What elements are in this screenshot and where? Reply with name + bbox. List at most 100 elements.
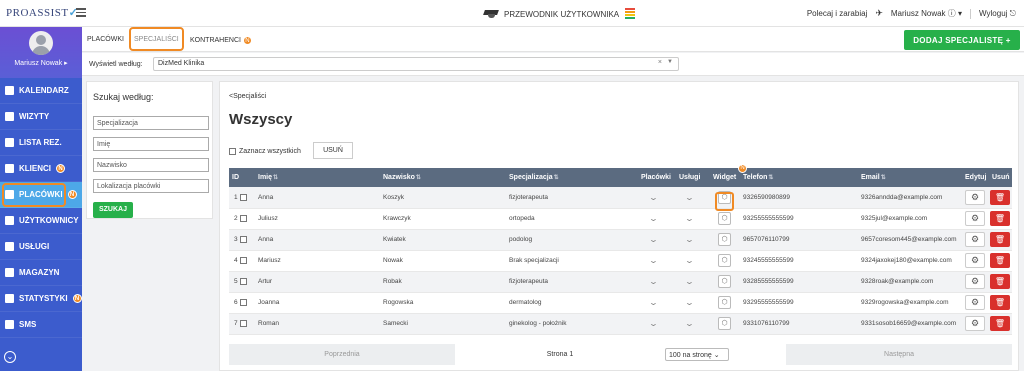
gear-icon[interactable]: ⚙ [965, 232, 985, 247]
chevron-down-icon[interactable]: ⌄ [684, 319, 694, 328]
cell-services[interactable]: ⌄ [676, 229, 710, 250]
table-row[interactable]: 5 Artur Robak fizjoterapeuta ⌄ ⌄ ⬡ 93285… [229, 271, 1012, 292]
chevron-down-icon[interactable]: ⌄ [648, 277, 658, 286]
gear-icon[interactable]: ⚙ [965, 295, 985, 310]
cell-facilities[interactable]: ⌄ [638, 187, 676, 208]
per-page-select[interactable]: 100 na stronę ⌄ [665, 348, 729, 361]
row-checkbox[interactable] [239, 214, 247, 222]
widget-icon[interactable]: ⬡ [718, 254, 731, 267]
gear-icon[interactable]: ⚙ [965, 189, 985, 205]
row-checkbox[interactable] [239, 277, 247, 285]
col-email[interactable]: Email⇅ [858, 168, 962, 187]
table-row[interactable]: 7 Roman Samecki ginekolog - położnik ⌄ ⌄… [229, 313, 1012, 334]
chevron-down-icon[interactable]: ⌄ [684, 256, 694, 265]
chevron-down-icon[interactable]: ⌄ [684, 235, 694, 244]
table-row[interactable]: 3 Anna Kwiatek podolog ⌄ ⌄ ⬡ 96570761107… [229, 229, 1012, 250]
clinic-select[interactable]: DizMed Klinika × ▼ [153, 57, 679, 71]
chevron-down-icon[interactable]: ⌄ [648, 298, 658, 307]
chevron-down-icon[interactable]: ⌄ [684, 193, 694, 202]
next-page-button[interactable]: Następna [786, 344, 1012, 365]
clear-icon[interactable]: × [658, 59, 662, 66]
cell-facilities[interactable]: ⌄ [638, 208, 676, 229]
sidebar-item-kalendarz[interactable]: KALENDARZ [0, 78, 82, 104]
logo[interactable]: PROASSIST✓ [6, 6, 78, 19]
cell-services[interactable]: ⌄ [676, 271, 710, 292]
col-specialization[interactable]: Specjalizacja⇅ [506, 168, 638, 187]
sidebar-item-statystyki[interactable]: STATYSTYKI N [0, 286, 82, 312]
select-all[interactable]: Zaznacz wszystkich [229, 148, 301, 155]
chevron-down-icon[interactable]: ⌄ [684, 298, 694, 307]
trash-icon[interactable]: 🗑 [990, 274, 1010, 289]
gear-icon[interactable]: ⚙ [965, 274, 985, 289]
trash-icon[interactable]: 🗑 [990, 295, 1010, 310]
sidebar-item-uzytkownicy[interactable]: UŻYTKOWNICY [0, 208, 82, 234]
sidebar-item-uslugi[interactable]: USŁUGI [0, 234, 82, 260]
user-menu[interactable]: Mariusz Nowak ⓘ ▾ [891, 8, 962, 19]
breadcrumb[interactable]: <Specjaliści [229, 93, 266, 100]
cell-services[interactable]: ⌄ [676, 292, 710, 313]
location-input[interactable]: Lokalizacja placówki [93, 179, 209, 193]
sidebar-item-magazyn[interactable]: MAGAZYN [0, 260, 82, 286]
trash-icon[interactable]: 🗑 [990, 232, 1010, 247]
add-specialist-button[interactable]: DODAJ SPECJALISTĘ + [904, 30, 1020, 50]
row-checkbox[interactable] [239, 319, 247, 327]
cell-services[interactable]: ⌄ [676, 313, 710, 334]
gear-icon[interactable]: ⚙ [965, 253, 985, 268]
row-checkbox[interactable] [239, 298, 247, 306]
select-all-checkbox[interactable] [229, 148, 236, 155]
chevron-down-icon[interactable]: ▼ [667, 59, 673, 65]
chevron-down-icon[interactable]: ⌄ [648, 235, 658, 244]
profile-block[interactable]: Mariusz Nowak ▸ [0, 27, 82, 78]
widget-icon[interactable]: ⬡ [718, 233, 731, 246]
chevron-down-icon[interactable]: ⌄ [648, 214, 658, 223]
specialization-input[interactable]: Specjalizacja [93, 116, 209, 130]
logout-link[interactable]: Wyloguj ⎋ [979, 9, 1016, 19]
table-row[interactable]: 1 Anna Koszyk fizjoterapeuta ⌄ ⌄ ⬡ 93265… [229, 187, 1012, 208]
prev-page-button[interactable]: Poprzednia [229, 344, 455, 365]
gear-icon[interactable]: ⚙ [965, 316, 985, 331]
chevron-down-icon[interactable]: ⌄ [648, 319, 658, 328]
cell-services[interactable]: ⌄ [676, 187, 710, 208]
trash-icon[interactable]: 🗑 [990, 253, 1010, 268]
chevron-down-icon[interactable]: ⌄ [684, 214, 694, 223]
chevron-down-icon[interactable]: ⌄ [684, 277, 694, 286]
delete-button[interactable]: USUŃ [313, 142, 353, 159]
table-row[interactable]: 4 Mariusz Nowak Brak specjalizacji ⌄ ⌄ ⬡… [229, 250, 1012, 271]
menu-toggle-icon[interactable] [76, 8, 86, 19]
tab-placowki[interactable]: PLACÓWKI [87, 36, 124, 43]
cell-facilities[interactable]: ⌄ [638, 229, 676, 250]
trash-icon[interactable]: 🗑 [990, 211, 1010, 226]
widget-icon[interactable]: ⬡ [718, 317, 731, 330]
row-checkbox[interactable] [239, 193, 247, 201]
sidebar-item-lista-rez[interactable]: LISTA REZ. [0, 130, 82, 156]
cell-facilities[interactable]: ⌄ [638, 250, 676, 271]
col-first-name[interactable]: Imię⇅ [255, 168, 380, 187]
first-name-input[interactable]: Imię [93, 137, 209, 151]
tab-kontrahenci[interactable]: KONTRAHENCI N [190, 36, 252, 45]
table-row[interactable]: 2 Juliusz Krawczyk ortopeda ⌄ ⌄ ⬡ 932555… [229, 208, 1012, 229]
cell-facilities[interactable]: ⌄ [638, 292, 676, 313]
cell-facilities[interactable]: ⌄ [638, 271, 676, 292]
cell-facilities[interactable]: ⌄ [638, 313, 676, 334]
cell-services[interactable]: ⌄ [676, 250, 710, 271]
search-button[interactable]: SZUKAJ [93, 202, 133, 218]
chevron-down-icon[interactable]: ⌄ [648, 193, 658, 202]
row-checkbox[interactable] [239, 235, 247, 243]
sidebar-item-klienci[interactable]: KLIENCI N [0, 156, 82, 182]
table-row[interactable]: 6 Joanna Rogowska dermatolog ⌄ ⌄ ⬡ 93295… [229, 292, 1012, 313]
trash-icon[interactable]: 🗑 [990, 189, 1010, 205]
widget-icon[interactable]: ⬡ [718, 212, 731, 225]
trash-icon[interactable]: 🗑 [990, 316, 1010, 331]
collapse-icon[interactable]: ⌄ [4, 351, 16, 363]
col-last-name[interactable]: Nazwisko⇅ [380, 168, 506, 187]
sidebar-item-sms[interactable]: SMS [0, 312, 82, 338]
gear-icon[interactable]: ⚙ [965, 211, 985, 226]
last-name-input[interactable]: Nazwisko [93, 158, 209, 172]
sidebar-item-wizyty[interactable]: WIZYTY [0, 104, 82, 130]
cell-services[interactable]: ⌄ [676, 208, 710, 229]
row-checkbox[interactable] [239, 256, 247, 264]
chevron-down-icon[interactable]: ⌄ [648, 256, 658, 265]
widget-icon[interactable]: ⬡ [718, 275, 731, 288]
recommend-link[interactable]: Polecaj i zarabiaj [807, 9, 867, 18]
col-phone[interactable]: Telefon⇅ [740, 168, 858, 187]
